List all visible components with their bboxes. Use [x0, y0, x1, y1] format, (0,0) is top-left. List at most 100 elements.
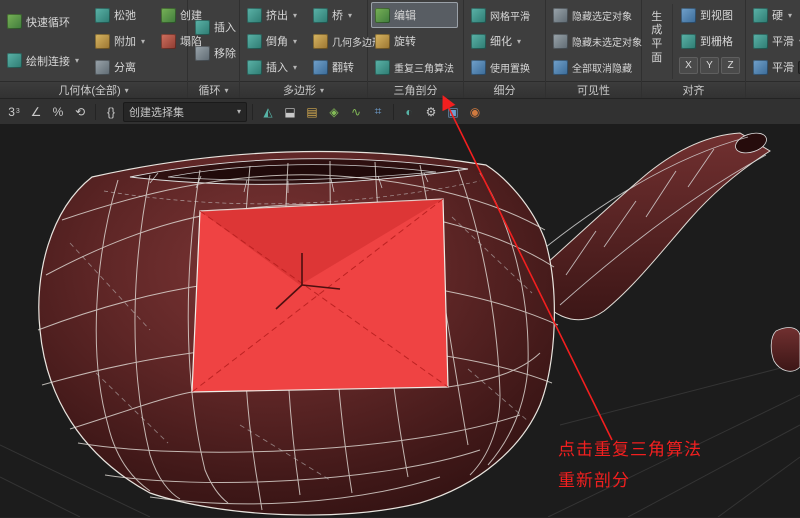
- percent-snap-icon[interactable]: %: [48, 102, 68, 122]
- angle-snap-icon[interactable]: ∠: [26, 102, 46, 122]
- grid-align-label: 到栅格: [700, 36, 733, 48]
- attach-button[interactable]: 附加 ▾: [91, 28, 149, 54]
- caret-icon: ▾: [293, 62, 298, 72]
- panel-label-subdivision[interactable]: 细分: [464, 81, 545, 98]
- render-setup-icon[interactable]: ⚙: [421, 102, 441, 122]
- panel-loops: 插入 移除 循环 ▾: [188, 0, 240, 98]
- mirror-icon[interactable]: ◭: [258, 102, 278, 122]
- spinner-snap-icon[interactable]: ⟲: [70, 102, 90, 122]
- bevel-icon: [247, 33, 262, 49]
- render-icon[interactable]: ◉: [465, 102, 485, 122]
- named-selection-sets-icon[interactable]: {}: [101, 102, 121, 122]
- caret-icon: ▾: [788, 10, 793, 20]
- tessellate-label: 细化: [490, 36, 512, 48]
- bevel-label: 倒角: [266, 36, 288, 48]
- smooth-label: 平滑: [772, 36, 794, 48]
- panel-label-align[interactable]: 对齐: [642, 81, 745, 98]
- smooth-button[interactable]: 平滑▾: [749, 28, 800, 54]
- msmooth-icon: [471, 7, 486, 23]
- hard-icon: [753, 7, 768, 23]
- panel-subdivision: 网格平滑 细化 ▾ 使用置换 细分: [464, 0, 546, 98]
- align-x-button[interactable]: X: [679, 57, 698, 74]
- edit-triangulation-button[interactable]: 编辑: [371, 2, 458, 28]
- panel-label-geometry[interactable]: 几何体(全部) ▾: [0, 81, 187, 98]
- attach-icon: [95, 33, 111, 49]
- turn-icon: [375, 33, 390, 49]
- snap-toggle-icon[interactable]: 33: [4, 102, 24, 122]
- msmooth-label: 网格平滑: [490, 11, 530, 23]
- caret-icon: ▾: [517, 36, 522, 46]
- schematic-view-icon[interactable]: ⌗: [368, 102, 388, 122]
- edit-triangulation-label: 编辑: [394, 10, 416, 22]
- unhide-all-button[interactable]: 全部取消隐藏: [549, 54, 646, 80]
- unhide-all-icon: [553, 59, 568, 75]
- attach-label: 附加: [114, 36, 137, 48]
- insert-loop-button[interactable]: 插入: [191, 14, 240, 40]
- inset-label: 插入: [266, 62, 288, 74]
- hide-selected-button[interactable]: 隐藏选定对象: [549, 2, 646, 28]
- curve-editor-icon[interactable]: ∿: [346, 102, 366, 122]
- panel-label-polygons[interactable]: 多边形 ▾: [240, 81, 367, 98]
- retriangulate-button[interactable]: 重复三角算法: [371, 54, 458, 80]
- hard-button[interactable]: 硬 ▾: [749, 2, 800, 28]
- paint-connect-icon: [7, 53, 22, 68]
- panel-smoothing: 硬▾ 平滑▾ 平滑30: [746, 0, 800, 98]
- relax-button[interactable]: 松弛: [91, 2, 149, 28]
- caret-icon: ▾: [319, 85, 324, 95]
- panel-label-triangulation[interactable]: 三角剖分: [368, 81, 463, 98]
- smooth-30-button[interactable]: 平滑30: [749, 54, 800, 80]
- panel-align: 生成平面 到视图 到栅格 X Y Z 对齐: [642, 0, 746, 98]
- turn-button[interactable]: 旋转: [371, 28, 458, 54]
- align-z-button[interactable]: Z: [721, 57, 740, 74]
- align-y-label: Y: [706, 60, 713, 71]
- relax-label: 松弛: [114, 10, 137, 22]
- panel-triangulation: 编辑 旋转 重复三角算法 三角剖分: [368, 0, 464, 98]
- hide-selected-label: 隐藏选定对象: [572, 11, 632, 23]
- panel-label-text: 几何体(全部): [58, 85, 121, 97]
- hide-unselected-button[interactable]: 隐藏未选定对象: [549, 28, 646, 54]
- msmooth-button[interactable]: 网格平滑: [467, 2, 534, 28]
- main-toolbar: 33 ∠ % ⟲ {} 创建选择集 ▾ ◭ ⬓ ▤ ◈ ∿ ⌗ ◐ ⚙ ▣ ◉: [0, 99, 800, 125]
- ribbon-toggle-icon[interactable]: ◈: [324, 102, 344, 122]
- selection-set-dropdown[interactable]: 创建选择集 ▾: [123, 101, 247, 122]
- perspective-viewport[interactable]: 点击重复三角算法 重新剖分: [0, 125, 800, 517]
- panel-label-loops[interactable]: 循环 ▾: [188, 81, 239, 98]
- panel-label-visibility[interactable]: 可见性: [546, 81, 641, 98]
- create-icon: [161, 7, 177, 23]
- remove-loop-button[interactable]: 移除: [191, 40, 240, 66]
- unhide-all-label: 全部取消隐藏: [572, 63, 632, 75]
- material-editor-icon[interactable]: ◐: [399, 102, 419, 122]
- caret-icon: ▾: [224, 85, 229, 95]
- quick-loop-button[interactable]: 快速循环: [3, 2, 83, 41]
- divider: [252, 103, 253, 120]
- use-displace-button[interactable]: 使用置换: [467, 54, 534, 80]
- layer-manager-icon[interactable]: ▤: [302, 102, 322, 122]
- smooth-30-icon: [753, 59, 768, 75]
- detach-button[interactable]: 分离: [91, 54, 149, 80]
- paint-connect-button[interactable]: 绘制连接 ▾: [3, 41, 83, 80]
- flip-label: 翻转: [332, 62, 355, 74]
- retriangulate-label: 重复三角算法: [394, 63, 454, 75]
- inset-button[interactable]: 插入 ▾: [243, 54, 301, 80]
- divider: [393, 103, 394, 120]
- chevron-down-icon: ▾: [236, 107, 241, 116]
- rendered-frame-icon[interactable]: ▣: [443, 102, 463, 122]
- caret-icon: ▾: [348, 10, 353, 20]
- tessellate-button[interactable]: 细化 ▾: [467, 28, 534, 54]
- bevel-button[interactable]: 倒角 ▾: [243, 28, 301, 54]
- retriangulate-icon: [375, 59, 390, 75]
- detach-icon: [95, 59, 111, 75]
- hide-unselected-icon: [553, 33, 568, 49]
- align-y-button[interactable]: Y: [700, 57, 719, 74]
- view-align-button[interactable]: 到视图: [677, 2, 742, 28]
- panel-label-text: 细分: [493, 85, 516, 97]
- selected-polygon[interactable]: [191, 198, 449, 393]
- align-icon[interactable]: ⬓: [280, 102, 300, 122]
- make-planar-button[interactable]: 生成平面: [645, 2, 668, 74]
- teapot-spout[interactable]: [527, 129, 771, 321]
- teapot-handle[interactable]: [770, 327, 800, 372]
- extrude-button[interactable]: 挤出 ▾: [243, 2, 301, 28]
- grid-align-button[interactable]: 到栅格: [677, 28, 742, 54]
- make-planar-label: 生成平面: [651, 10, 663, 64]
- quick-loop-label: 快速循环: [26, 16, 70, 29]
